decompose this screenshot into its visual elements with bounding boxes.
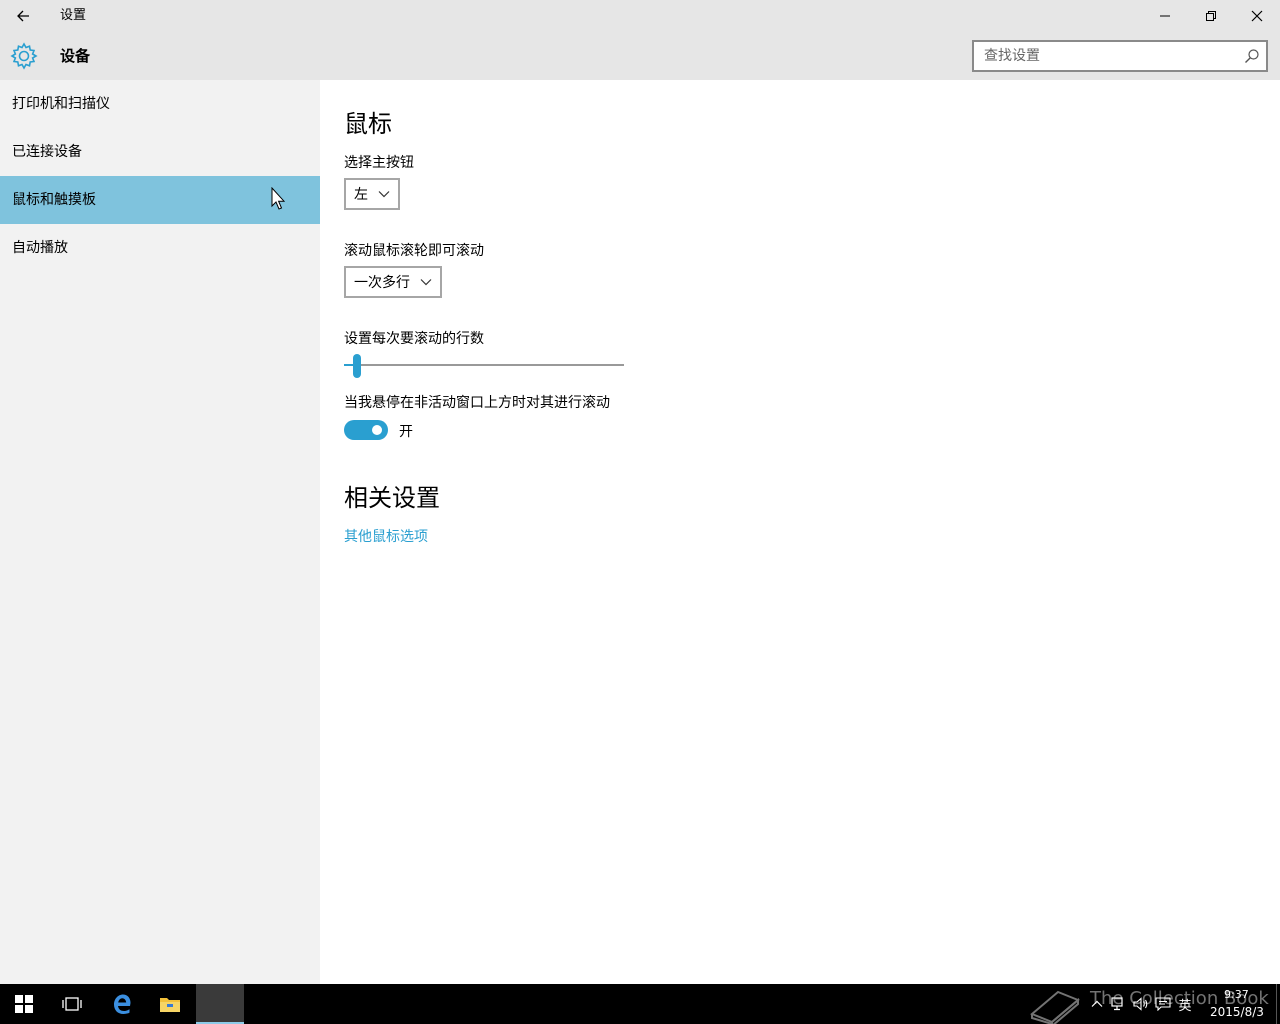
edge-browser-button[interactable] (98, 984, 146, 1024)
edge-icon (114, 994, 131, 1014)
back-button[interactable] (0, 0, 46, 32)
primary-button-dropdown[interactable]: 左 (344, 178, 400, 210)
search-box[interactable] (972, 40, 1268, 72)
show-desktop-button[interactable] (1276, 984, 1277, 1024)
slider-track (344, 364, 624, 366)
scroll-wheel-label: 滚动鼠标滚轮即可滚动 (344, 243, 484, 259)
close-button[interactable] (1234, 0, 1280, 32)
restore-icon (1206, 11, 1216, 21)
action-center-icon (1155, 997, 1171, 1011)
primary-button-label: 选择主按钮 (344, 155, 414, 171)
section-title-related: 相关设置 (344, 484, 440, 512)
window-title: 设置 (60, 8, 87, 23)
minimize-button[interactable] (1142, 0, 1188, 32)
clock-date[interactable]: 2015/8/3 (1210, 1005, 1264, 1019)
show-hidden-icons-button[interactable] (1086, 984, 1108, 1024)
gear-icon (10, 42, 38, 70)
search-input[interactable] (974, 42, 1234, 70)
scroll-wheel-dropdown[interactable]: 一次多行 (344, 266, 442, 298)
chevron-down-icon (378, 191, 390, 198)
search-icon[interactable] (1244, 48, 1260, 64)
toggle-knob (372, 425, 382, 435)
back-arrow-icon (17, 10, 29, 22)
page-header: 设备 (0, 32, 1280, 80)
action-center-button[interactable] (1152, 984, 1174, 1024)
inactive-scroll-label: 当我悬停在非活动窗口上方时对其进行滚动 (344, 395, 610, 411)
chevron-up-icon (1091, 1000, 1103, 1007)
sidebar-item-label: 自动播放 (12, 240, 68, 256)
network-icon (1111, 997, 1123, 1011)
inactive-scroll-toggle[interactable] (344, 420, 388, 440)
main-content: 鼠标 选择主按钮 左 滚动鼠标滚轮即可滚动 一次多行 设置每次要滚动的行数 当我… (320, 80, 1280, 984)
clock-time[interactable]: 9:37 (1224, 988, 1249, 1001)
file-explorer-button[interactable] (146, 984, 194, 1024)
close-icon (1251, 10, 1263, 22)
sidebar-item-autoplay[interactable]: 自动播放 (0, 224, 320, 272)
task-view-button[interactable] (48, 984, 96, 1024)
input-language-button[interactable]: 英 (1174, 984, 1196, 1024)
lines-per-scroll-slider[interactable] (344, 354, 624, 378)
sidebar-item-label: 鼠标和触摸板 (12, 192, 96, 208)
sidebar-item-printers-scanners[interactable]: 打印机和扫描仪 (0, 80, 320, 128)
windows-logo-icon (15, 995, 33, 1013)
volume-button[interactable] (1130, 984, 1152, 1024)
lines-per-scroll-label: 设置每次要滚动的行数 (344, 331, 484, 347)
mouse-cursor-icon (271, 187, 286, 210)
network-button[interactable] (1108, 984, 1130, 1024)
minimize-icon (1160, 15, 1170, 17)
page-title: 设备 (60, 47, 91, 65)
sidebar-item-label: 打印机和扫描仪 (12, 96, 110, 112)
section-title-mouse: 鼠标 (344, 110, 392, 138)
sidebar: 打印机和扫描仪 已连接设备 鼠标和触摸板 自动播放 (0, 80, 320, 984)
sidebar-item-label: 已连接设备 (12, 144, 82, 160)
sidebar-item-connected-devices[interactable]: 已连接设备 (0, 128, 320, 176)
dropdown-value: 一次多行 (354, 275, 410, 291)
system-tray: 英 (1086, 984, 1196, 1024)
folder-icon (160, 998, 180, 1012)
slider-thumb[interactable] (353, 354, 361, 378)
title-bar: 设置 (0, 0, 1280, 32)
toggle-state-label: 开 (399, 424, 413, 440)
task-view-icon (62, 997, 82, 1011)
additional-mouse-options-link[interactable]: 其他鼠标选项 (344, 526, 428, 546)
book-logo-icon (1030, 990, 1080, 1024)
restore-button[interactable] (1188, 0, 1234, 32)
speaker-icon (1133, 997, 1148, 1011)
dropdown-value: 左 (354, 187, 368, 203)
start-button[interactable] (0, 984, 48, 1024)
chevron-down-icon (420, 279, 432, 286)
settings-app-taskbar-button[interactable] (196, 984, 244, 1024)
